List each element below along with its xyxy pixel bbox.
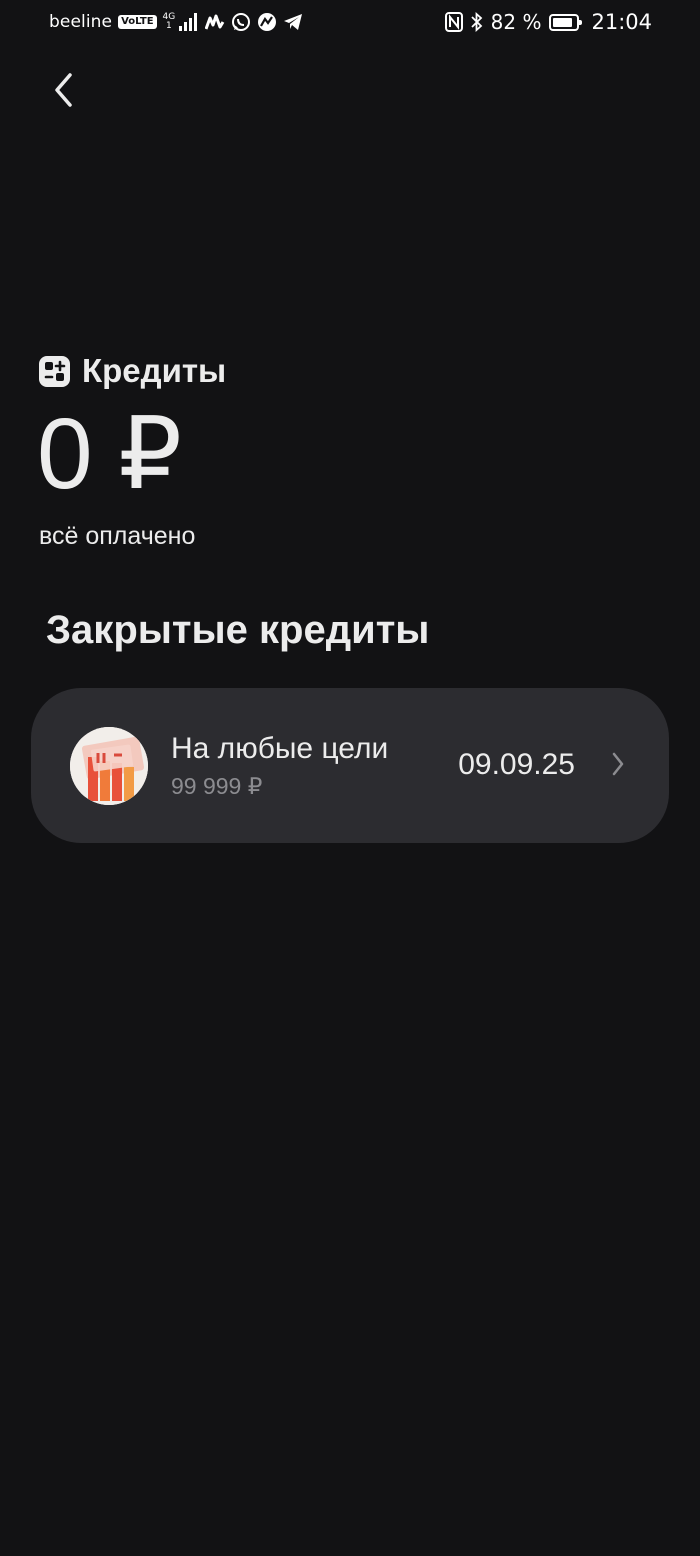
money-illustration bbox=[70, 727, 148, 805]
volte-badge: VoLTE bbox=[118, 15, 157, 29]
network-type: 4G 1 bbox=[163, 13, 176, 31]
network-sub-label: 1 bbox=[166, 21, 172, 31]
signal-icon bbox=[179, 13, 199, 31]
nfc-icon bbox=[444, 12, 463, 32]
closed-credits-title: Закрытые кредиты bbox=[46, 608, 430, 652]
loan-date: 09.09.25 bbox=[458, 748, 575, 781]
closed-loan-card[interactable]: На любые цели 99 999 ₽ 09.09.25 bbox=[31, 688, 669, 843]
app-notification-icon bbox=[205, 14, 225, 30]
chevron-left-icon bbox=[55, 73, 72, 107]
status-bar-right: 82 % 21:04 bbox=[444, 10, 652, 34]
status-bar: beeline VoLTE 4G 1 82 % 21:04 bbox=[0, 0, 700, 46]
loan-name: На любые цели bbox=[171, 732, 389, 765]
clock: 21:04 bbox=[591, 10, 652, 34]
credits-header: Кредиты bbox=[39, 352, 226, 390]
battery-percent: 82 % bbox=[490, 10, 542, 34]
credits-status: всё оплачено bbox=[39, 522, 196, 550]
whatsapp-icon bbox=[231, 12, 251, 32]
credits-balance: 0 ₽ bbox=[37, 398, 182, 510]
carrier-name: beeline bbox=[49, 12, 113, 32]
status-bar-left: beeline VoLTE 4G 1 bbox=[49, 10, 303, 34]
messenger-icon bbox=[257, 12, 277, 32]
telegram-icon bbox=[283, 13, 303, 31]
credits-title: Кредиты bbox=[82, 352, 227, 389]
credits-grid-icon bbox=[39, 355, 70, 387]
battery-level bbox=[553, 17, 572, 27]
loan-amount: 99 999 ₽ bbox=[171, 773, 263, 799]
loan-thumbnail bbox=[70, 727, 148, 805]
chevron-right-icon bbox=[612, 752, 624, 776]
bluetooth-icon bbox=[471, 12, 483, 32]
back-button[interactable] bbox=[44, 66, 84, 114]
battery-icon bbox=[549, 13, 583, 31]
